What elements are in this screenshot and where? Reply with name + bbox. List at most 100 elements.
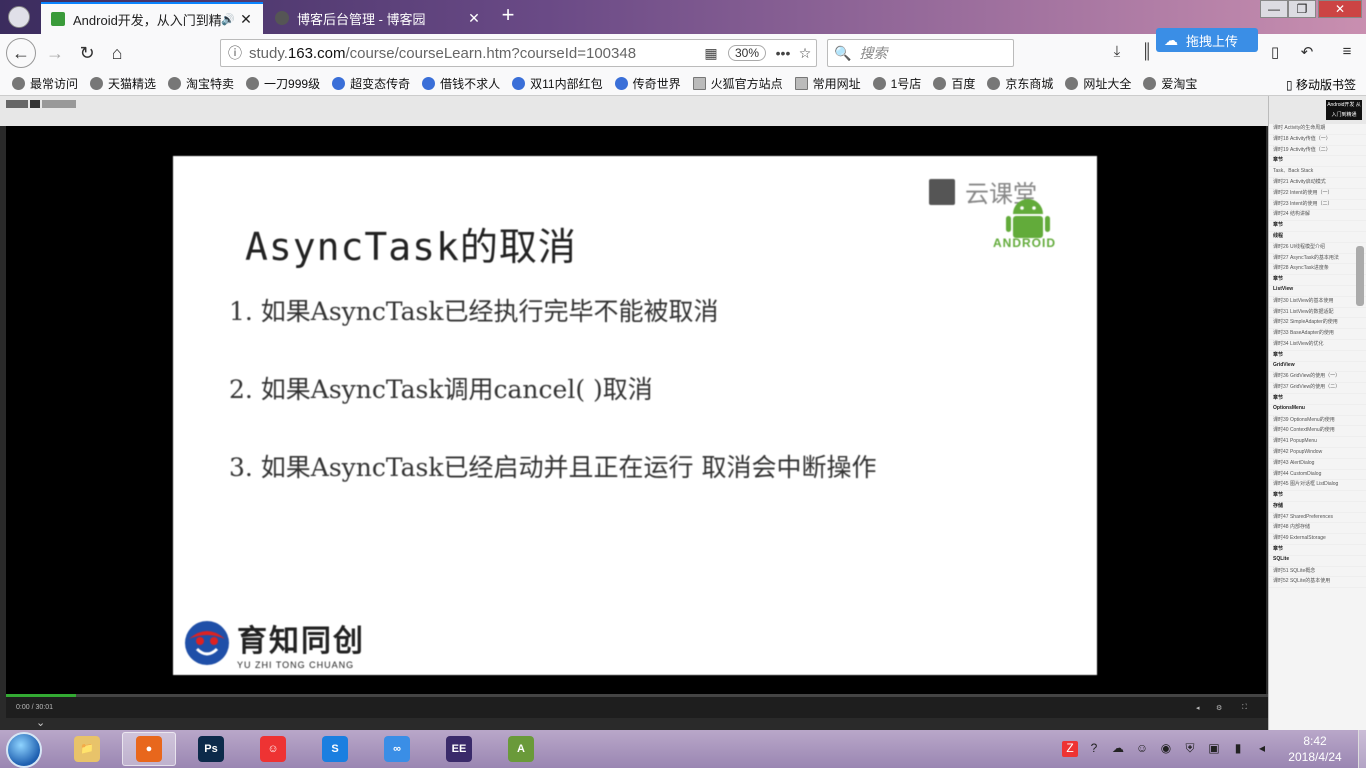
search-input[interactable]: 🔍 搜索 — [827, 39, 1014, 67]
download-icon[interactable]: ⤓ — [1106, 43, 1128, 65]
lesson-item[interactable]: 课时27 AsyncTask的基本用法 — [1269, 254, 1366, 265]
bookmark-item[interactable]: 传奇世界 — [614, 75, 681, 92]
drag-upload-button[interactable]: ☁ 拖拽上传 — [1156, 28, 1258, 52]
settings-icon[interactable]: ⚙ — [1216, 704, 1222, 712]
lesson-item[interactable]: 课时32 SimpleAdapter的使用 — [1269, 318, 1366, 330]
lesson-item[interactable]: 课时41 PopupMenu — [1269, 437, 1366, 448]
bookmark-item[interactable]: 常用网址 — [794, 75, 861, 92]
lesson-item[interactable]: 课时48 内部存储 — [1269, 523, 1366, 535]
url-text[interactable]: study.163.com/course/courseLearn.htm?cou… — [249, 45, 700, 62]
sidebar-scrollbar[interactable] — [1356, 246, 1364, 306]
chapter-header[interactable]: 章节 — [1269, 394, 1366, 405]
chapter-header[interactable]: OptionsMenu — [1269, 405, 1366, 416]
new-tab-icon[interactable]: + — [496, 4, 520, 28]
taskbar-app-firefox[interactable]: ● — [122, 732, 176, 766]
library-icon[interactable]: ║ — [1136, 43, 1158, 65]
fullscreen-icon[interactable]: ⛶ — [1242, 704, 1247, 712]
chapter-header[interactable]: 章节 — [1269, 221, 1366, 232]
volume-icon[interactable]: ◂ — [1254, 741, 1270, 757]
chapter-header[interactable]: 章节 — [1269, 275, 1366, 286]
start-button[interactable] — [6, 732, 42, 768]
mini-button[interactable] — [30, 100, 40, 108]
lesson-item[interactable]: 课时47 SharedPreferences — [1269, 513, 1366, 524]
chat-icon[interactable]: ☺ — [1134, 741, 1150, 757]
lesson-item[interactable]: 课时28 AsyncTask进度条 — [1269, 264, 1366, 276]
lesson-item[interactable]: 课时23 Intent的使用（二） — [1269, 200, 1366, 211]
mini-button[interactable] — [6, 100, 28, 108]
lesson-item[interactable]: 课时39 OptionsMenu的使用 — [1269, 416, 1366, 427]
bookmark-item[interactable]: 借钱不求人 — [422, 75, 500, 92]
lesson-item[interactable]: 课时42 PopupWindow — [1269, 448, 1366, 459]
volume-icon[interactable]: ◂ — [1196, 704, 1200, 712]
chapter-header[interactable]: SQLite — [1269, 556, 1366, 567]
lesson-item[interactable]: 课时36 GridView的使用（一） — [1269, 372, 1366, 384]
chapter-header[interactable]: 章节 — [1269, 351, 1366, 362]
taskbar-app-baidu-netdisk[interactable]: ∞ — [370, 732, 424, 766]
taskbar-app-java-ee-ide[interactable]: EE — [432, 732, 486, 766]
bookmark-item[interactable]: 火狐官方站点 — [692, 75, 783, 92]
taskbar-app-photoshop[interactable]: Ps — [184, 732, 238, 766]
lesson-item[interactable]: 课时30 ListView的基本使用 — [1269, 297, 1366, 308]
lesson-item[interactable]: 课时19 Activity传值（二） — [1269, 146, 1366, 157]
back-arrow-icon[interactable]: ← — [6, 38, 36, 68]
bookmark-item[interactable]: 淘宝特卖 — [168, 75, 234, 92]
info-icon[interactable]: ⓘ — [221, 43, 249, 63]
lesson-item[interactable]: 课时18 Activity传值（一） — [1269, 135, 1366, 146]
lesson-item[interactable]: 课时31 ListView的数据适配 — [1269, 308, 1366, 319]
bookmark-item[interactable]: 最常访问 — [12, 75, 78, 92]
lesson-item[interactable]: 课时21 Activity启动模式 — [1269, 178, 1366, 189]
lesson-item[interactable]: 课时43 AlertDialog — [1269, 459, 1366, 470]
bookmark-item[interactable]: 网址大全 — [1065, 75, 1131, 92]
firefox-menu-icon[interactable] — [8, 6, 30, 28]
sidebar-toggle-icon[interactable]: ▯ — [1264, 43, 1286, 65]
bookmark-item[interactable]: 1号店 — [872, 75, 921, 92]
lesson-item[interactable]: 课时34 ListView的优化 — [1269, 340, 1366, 351]
taskbar-app-explorer[interactable]: 📁 — [60, 732, 114, 766]
penguin-icon[interactable]: ◉ — [1158, 741, 1174, 757]
lesson-item[interactable]: 课时52 SQLite的基本使用 — [1269, 577, 1366, 589]
bookmark-item[interactable]: 爱淘宝 — [1143, 75, 1197, 92]
lesson-item[interactable]: 课时33 BaseAdapter的使用 — [1269, 329, 1366, 340]
chapter-header[interactable]: ListView — [1269, 286, 1366, 297]
video-player[interactable]: 云课堂 ANDROID AsyncTask的取消 1. 如果AsyncTask已… — [6, 126, 1266, 694]
tab-blog-admin[interactable]: 博客后台管理 - 博客园 ✕ — [265, 2, 491, 34]
lesson-item[interactable]: 课时22 Intent的使用（一） — [1269, 189, 1366, 200]
chapter-header[interactable]: 章节 — [1269, 156, 1366, 168]
lesson-item[interactable]: 课时37 GridView的使用（二） — [1269, 383, 1366, 394]
lesson-item[interactable]: 课时26 UI线程模型介绍 — [1269, 243, 1366, 254]
close-tab-icon[interactable]: ✕ — [239, 11, 253, 28]
url-bar[interactable]: ⓘ study.163.com/course/courseLearn.htm?c… — [220, 39, 817, 67]
chapter-header[interactable]: GridView — [1269, 362, 1366, 373]
cloud-icon[interactable]: ☁ — [1110, 741, 1126, 757]
lesson-item[interactable]: 课时51 SQLite概念 — [1269, 567, 1366, 578]
bookmark-item[interactable]: 一刀999级 — [246, 75, 320, 92]
lesson-item[interactable]: 课时44 CustomDialog — [1269, 470, 1366, 481]
tab-android-course[interactable]: Android开发，从入门到精通 🔊 ✕ — [41, 2, 263, 34]
zoom-level[interactable]: 30% — [727, 45, 766, 61]
bookmark-item[interactable]: 双11内部红包 — [512, 75, 603, 92]
chapter-header[interactable]: 章节 — [1269, 545, 1366, 556]
network-icon[interactable]: ▮ — [1230, 741, 1246, 757]
lesson-item[interactable]: 课时40 ContextMenu的使用 — [1269, 426, 1366, 438]
shield-icon[interactable]: ⛨ — [1182, 741, 1198, 757]
forward-arrow-icon[interactable]: → — [42, 40, 68, 66]
usb-icon[interactable]: ▣ — [1206, 741, 1222, 757]
chapter-header[interactable]: 线程 — [1269, 232, 1366, 243]
progress-bar[interactable] — [6, 694, 1268, 697]
show-desktop-button[interactable] — [1358, 730, 1366, 768]
chapter-header[interactable]: 存储 — [1269, 502, 1366, 513]
bookmark-item[interactable]: 超变态传奇 — [332, 75, 410, 92]
taskbar-app-sogou[interactable]: S — [308, 732, 362, 766]
hamburger-menu-icon[interactable]: ≡ — [1336, 43, 1358, 65]
system-clock[interactable]: 8:42 2018/4/24 — [1280, 733, 1350, 765]
lesson-item[interactable]: Task、Back Stack — [1269, 167, 1366, 178]
minimize-button[interactable]: — — [1260, 0, 1288, 18]
lesson-item[interactable]: 课时45 图片对话框 ListDialog — [1269, 480, 1366, 492]
red-app-icon[interactable]: Z — [1062, 741, 1078, 757]
lesson-item[interactable]: 课时24 结构讲解 — [1269, 210, 1366, 222]
home-icon[interactable]: ⌂ — [104, 40, 130, 66]
speaker-icon[interactable]: 🔊 — [221, 13, 235, 26]
bookmark-item[interactable]: 京东商城 — [987, 75, 1053, 92]
close-tab-icon[interactable]: ✕ — [467, 10, 481, 27]
qr-code-icon[interactable]: ▦ — [700, 45, 722, 62]
